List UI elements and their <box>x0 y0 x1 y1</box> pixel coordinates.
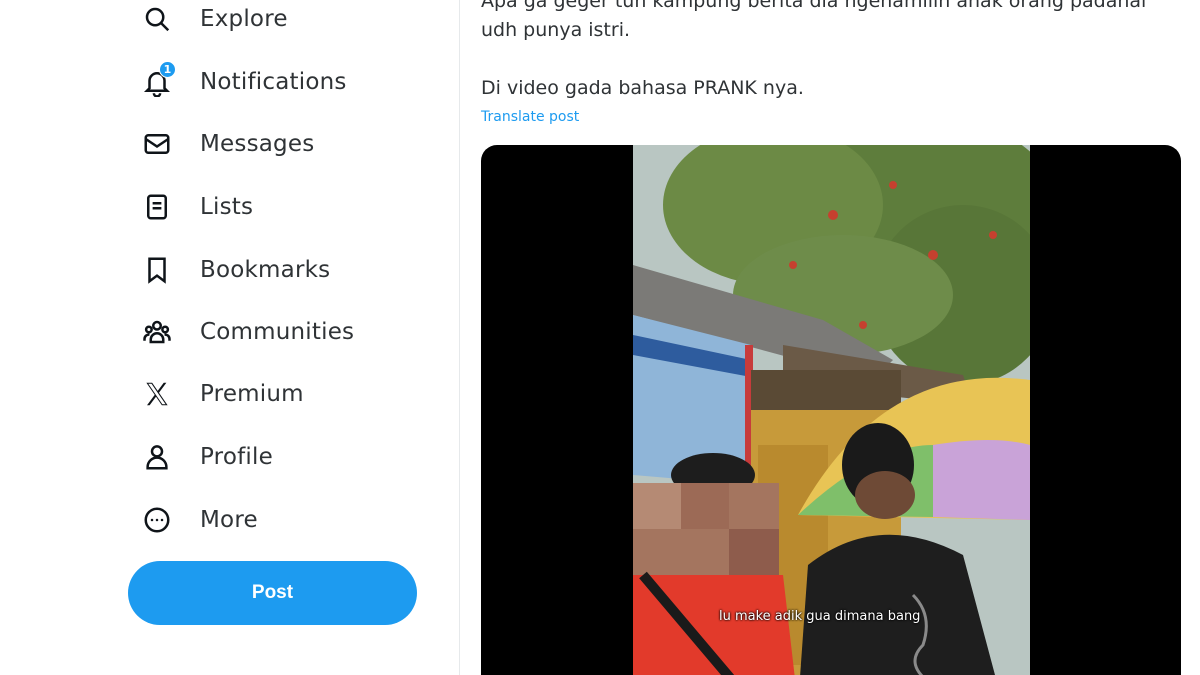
list-icon <box>138 188 176 226</box>
tweet-text-line: Di video gada bahasa PRANK nya. <box>481 77 804 99</box>
nav-item-lists[interactable]: Lists <box>138 183 253 231</box>
bookmark-icon <box>138 251 176 289</box>
nav-item-notifications[interactable]: 1 Notifications <box>138 58 347 106</box>
nav-item-explore[interactable]: Explore <box>138 0 288 43</box>
nav-item-more[interactable]: More <box>138 496 258 544</box>
nav-label-lists: Lists <box>200 194 254 220</box>
video-frame <box>633 145 1030 675</box>
nav-label-bookmarks: Bookmarks <box>200 257 331 283</box>
nav-label-explore: Explore <box>200 6 288 32</box>
nav-item-messages[interactable]: Messages <box>138 120 314 168</box>
left-navigation: Explore 1 Notifications Messages Lists B… <box>0 0 460 675</box>
nav-label-notifications: Notifications <box>200 69 347 95</box>
nav-label-communities: Communities <box>200 319 355 345</box>
notification-count-badge: 1 <box>159 61 176 78</box>
person-icon <box>138 438 176 476</box>
tweet-text-line: udh punya istri. <box>481 19 631 41</box>
video-subtitle: lu make adik gua dimana bang <box>719 609 921 624</box>
tweet-video[interactable]: lu make adik gua dimana bang <box>481 145 1181 675</box>
envelope-icon <box>138 125 176 163</box>
tweet-text-line-clipped: Apa ga geger tuh kampung berita dia ngeh… <box>481 0 1147 12</box>
nav-label-messages: Messages <box>200 131 315 157</box>
nav-item-premium[interactable]: Premium <box>138 370 304 418</box>
nav-item-bookmarks[interactable]: Bookmarks <box>138 246 330 294</box>
nav-item-profile[interactable]: Profile <box>138 433 273 481</box>
bell-icon: 1 <box>138 61 176 101</box>
x-logo-icon <box>138 375 176 413</box>
column-divider <box>459 0 460 675</box>
post-button[interactable]: Post <box>128 561 417 625</box>
nav-label-premium: Premium <box>200 381 304 407</box>
nav-label-profile: Profile <box>200 444 273 470</box>
people-icon <box>138 313 176 351</box>
search-icon <box>138 0 176 38</box>
nav-item-communities[interactable]: Communities <box>138 308 354 356</box>
translate-post-link[interactable]: Translate post <box>481 109 579 125</box>
more-circle-icon <box>138 501 176 539</box>
nav-label-more: More <box>200 507 258 533</box>
